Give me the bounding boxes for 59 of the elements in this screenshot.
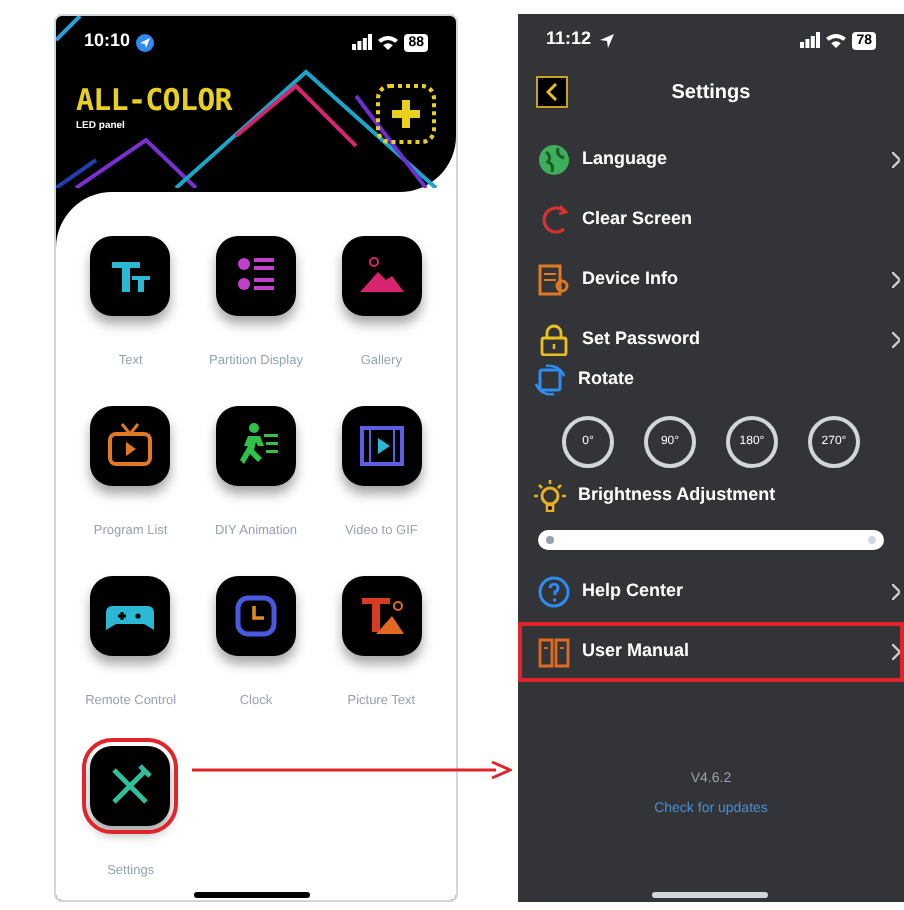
back-button[interactable] — [536, 76, 568, 108]
setting-label: User Manual — [582, 638, 690, 665]
app-tile[interactable] — [215, 576, 296, 656]
settings-row[interactable]: Set Password — [518, 310, 904, 370]
app-tile[interactable] — [215, 236, 296, 316]
setting-label: Clear Screen — [582, 206, 693, 233]
setting-label: Set Password — [582, 326, 701, 353]
slider-thumb[interactable] — [546, 536, 554, 544]
chevron-left-icon — [546, 82, 558, 102]
signal-icon — [800, 32, 821, 48]
app-tile[interactable] — [341, 576, 422, 656]
location-icon — [136, 33, 155, 51]
status-time: 10:10 — [84, 28, 131, 55]
setting-label: Rotate — [578, 366, 635, 393]
open-book-icon — [538, 636, 570, 668]
app-tile[interactable] — [341, 406, 422, 486]
help-icon — [538, 576, 570, 608]
screen-title: Settings — [671, 79, 751, 107]
chevron-right-icon — [892, 152, 900, 168]
settings-row[interactable]: Device Info — [518, 250, 904, 310]
brightness-slider[interactable] — [538, 530, 884, 550]
add-button[interactable] — [376, 84, 436, 144]
app-tile[interactable] — [90, 406, 171, 486]
app-tile[interactable] — [215, 406, 296, 486]
globe-icon — [538, 144, 570, 176]
settings-row[interactable]: Clear Screen — [518, 190, 904, 250]
signal-icon — [352, 34, 373, 50]
app-tile[interactable] — [90, 746, 171, 826]
setting-label: Brightness Adjustment — [578, 482, 776, 509]
clock-icon — [231, 592, 280, 640]
chevron-right-icon — [892, 584, 900, 600]
setting-label: Device Info — [582, 266, 679, 293]
chevron-right-icon — [892, 272, 900, 288]
tv-icon — [106, 422, 155, 470]
rotate-icon — [534, 364, 566, 396]
chevron-right-icon — [892, 332, 900, 348]
light-bulb-icon — [534, 480, 566, 512]
home-indicator — [652, 892, 768, 898]
location-icon — [597, 31, 616, 49]
wifi-icon — [826, 32, 847, 48]
document-gear-icon — [538, 264, 570, 296]
plus-icon — [392, 100, 420, 128]
status-time: 11:12 — [546, 26, 592, 53]
text-picture-icon — [357, 592, 406, 640]
film-play-icon — [357, 422, 406, 470]
setting-label: Language — [582, 146, 668, 173]
settings-row[interactable]: User Manual — [518, 622, 904, 682]
app-tile[interactable] — [341, 236, 422, 316]
brand-title: ALL-COLOR — [76, 84, 232, 116]
app-tile[interactable] — [90, 236, 171, 316]
home-indicator — [194, 892, 310, 898]
app-tile[interactable] — [90, 576, 171, 656]
setting-label: Help Center — [582, 578, 684, 605]
settings-row[interactable]: Help Center — [518, 562, 904, 622]
chevron-right-icon — [892, 644, 900, 660]
padlock-icon — [538, 324, 570, 356]
refresh-icon — [538, 204, 570, 236]
wifi-icon — [378, 34, 399, 50]
settings-row[interactable]: Language — [518, 130, 904, 190]
